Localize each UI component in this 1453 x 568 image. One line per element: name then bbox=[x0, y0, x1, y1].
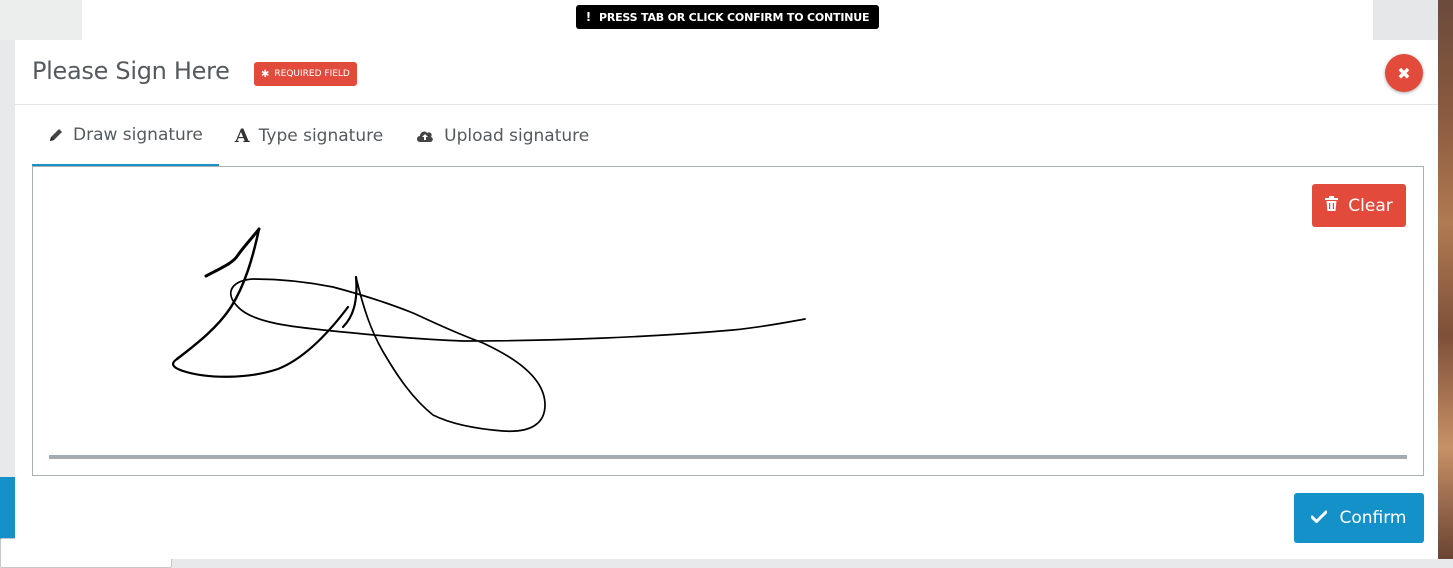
modal-title: Please Sign Here bbox=[32, 57, 230, 85]
asterisk-icon: ✱ bbox=[261, 68, 270, 80]
continue-notice-text: PRESS TAB OR CLICK CONFIRM TO CONTINUE bbox=[598, 10, 870, 24]
tab-draw-signature-label: Draw signature bbox=[73, 124, 203, 145]
clear-button[interactable]: Clear bbox=[1312, 184, 1406, 227]
signature-baseline bbox=[49, 455, 1407, 459]
confirm-button-label: Confirm bbox=[1339, 508, 1407, 528]
pencil-icon bbox=[48, 127, 64, 143]
cloud-upload-icon bbox=[415, 128, 435, 144]
tab-type-signature[interactable]: A Type signature bbox=[219, 105, 399, 166]
background-page-left bbox=[0, 0, 82, 40]
close-button[interactable]: ✖ bbox=[1385, 54, 1423, 92]
required-field-label: REQUIRED FIELD bbox=[274, 69, 350, 79]
confirm-button[interactable]: Confirm bbox=[1294, 493, 1424, 543]
signature-drawing-canvas[interactable]: Clear bbox=[32, 166, 1424, 476]
tab-upload-signature-label: Upload signature bbox=[444, 125, 590, 146]
signature-modal: Please Sign Here ✱ REQUIRED FIELD ✖ Draw… bbox=[15, 40, 1438, 559]
clear-button-label: Clear bbox=[1348, 195, 1393, 216]
close-icon: ✖ bbox=[1397, 63, 1411, 83]
required-field-badge: ✱ REQUIRED FIELD bbox=[254, 62, 357, 86]
tab-draw-signature[interactable]: Draw signature bbox=[32, 105, 219, 166]
background-page-right bbox=[1373, 0, 1438, 40]
signature-tabs: Draw signature A Type signature Upload s… bbox=[32, 105, 605, 166]
continue-notice: ! PRESS TAB OR CLICK CONFIRM TO CONTINUE bbox=[576, 5, 879, 29]
tab-type-signature-label: Type signature bbox=[258, 125, 384, 146]
font-icon: A bbox=[234, 124, 250, 147]
check-icon bbox=[1310, 508, 1328, 528]
desktop-wallpaper-edge bbox=[1438, 0, 1453, 559]
trash-icon bbox=[1325, 195, 1339, 216]
tab-upload-signature[interactable]: Upload signature bbox=[399, 105, 605, 166]
modal-header: Please Sign Here ✱ REQUIRED FIELD ✖ bbox=[15, 40, 1438, 105]
side-tab-handle[interactable] bbox=[0, 477, 15, 539]
drawn-signature bbox=[172, 227, 806, 433]
exclamation-icon: ! bbox=[585, 10, 591, 24]
